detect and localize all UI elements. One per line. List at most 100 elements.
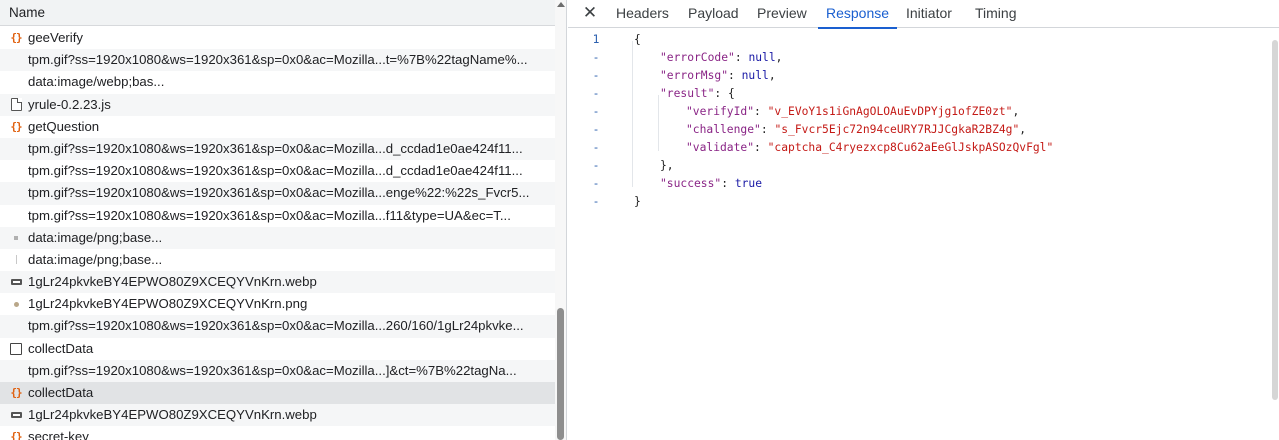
request-row[interactable]: data:image/png;base... <box>0 249 555 271</box>
code-token: "challenge" <box>686 123 761 136</box>
request-row[interactable]: tpm.gif?ss=1920x1080&ws=1920x361&sp=0x0&… <box>0 205 555 227</box>
fold-marker[interactable]: - <box>586 175 606 193</box>
code-text: "challenge": "s_Fvcr5Ejc72n94ceURY7RJJCg… <box>686 121 1026 139</box>
code-line: - "success": true <box>568 175 1279 193</box>
code-line: - "result": { <box>568 85 1279 103</box>
tab-headers[interactable]: Headers <box>616 0 669 28</box>
tab-initiator[interactable]: Initiator <box>906 0 952 28</box>
name-column-header[interactable]: Name <box>0 0 555 26</box>
request-name: collectData <box>28 340 94 356</box>
fold-marker[interactable]: - <box>586 157 606 175</box>
request-name: data:image/png;base... <box>28 251 163 267</box>
code-token: , <box>1019 123 1027 136</box>
request-name: yrule-0.2.23.js <box>28 96 111 112</box>
code-text: "result": { <box>660 85 735 103</box>
close-icon[interactable]: ✕ <box>581 4 599 22</box>
code-text: } <box>634 193 641 211</box>
code-line: - "validate": "captcha_C4ryezxcp8Cu62aEeG… <box>568 139 1279 157</box>
code-line: - "errorMsg": null, <box>568 67 1279 85</box>
json-icon: {} <box>10 31 22 44</box>
code-line: -}, <box>568 157 1279 175</box>
request-row[interactable]: tpm.gif?ss=1920x1080&ws=1920x361&sp=0x0&… <box>0 182 555 205</box>
tab-timing[interactable]: Timing <box>975 0 1017 28</box>
details-tab-bar: ✕ Headers Payload Preview Response Initi… <box>568 0 1279 29</box>
code-text: "verifyId": "v_EVoY1s1iGnAgOLOAuEvDPYjg1… <box>686 103 1019 121</box>
code-line: - "errorCode": null, <box>568 49 1279 67</box>
document-icon <box>8 94 24 116</box>
fold-marker[interactable]: - <box>586 121 606 139</box>
code-token: "s_Fvcr5Ejc72n94ceURY7RJJCgkaR2BZ4g" <box>774 123 1020 136</box>
fold-marker[interactable]: - <box>586 139 606 157</box>
code-token: , <box>1012 105 1020 118</box>
image-icon <box>8 404 24 426</box>
request-name: collectData <box>28 385 94 400</box>
code-text: "errorMsg": null, <box>660 67 776 85</box>
request-row[interactable]: collectData <box>0 338 555 360</box>
response-scroll-thumb[interactable] <box>1272 40 1278 400</box>
tab-response[interactable]: Response <box>817 0 898 29</box>
request-row[interactable]: tpm.gif?ss=1920x1080&ws=1920x361&sp=0x0&… <box>0 359 555 382</box>
request-name: tpm.gif?ss=1920x1080&ws=1920x361&sp=0x0&… <box>28 163 523 179</box>
request-row[interactable]: tpm.gif?ss=1920x1080&ws=1920x361&sp=0x0&… <box>0 49 555 72</box>
request-row[interactable]: tpm.gif?ss=1920x1080&ws=1920x361&sp=0x0&… <box>0 160 555 182</box>
fold-marker[interactable]: - <box>586 49 606 67</box>
request-row[interactable]: data:image/webp;bas... <box>0 71 555 93</box>
code-token: : <box>728 69 742 82</box>
tab-payload[interactable]: Payload <box>688 0 739 28</box>
fold-marker[interactable]: - <box>586 85 606 103</box>
json-icon: {} <box>10 430 22 440</box>
code-token: , <box>768 69 776 82</box>
request-name: getQuestion <box>28 118 100 134</box>
indent-guide <box>632 41 633 187</box>
code-token: : <box>734 51 749 64</box>
code-token: null <box>748 51 776 64</box>
fold-marker[interactable]: - <box>586 103 606 121</box>
request-row[interactable]: yrule-0.2.23.js <box>0 93 555 116</box>
request-row[interactable]: 1gLr24pkvkeBY4EPWO80Z9XCEQYVnKrn.webp <box>0 404 555 427</box>
list-scroll-thumb[interactable] <box>557 308 564 440</box>
request-row[interactable]: {} getQuestion <box>0 116 555 138</box>
code-token: : <box>721 177 735 190</box>
code-text: "errorCode": null, <box>660 49 782 67</box>
request-name: tpm.gif?ss=1920x1080&ws=1920x361&sp=0x0&… <box>28 185 530 201</box>
response-body[interactable]: 1{- "errorCode": null, - "errorMsg": null, -… <box>568 30 1279 440</box>
code-token: : <box>754 105 768 118</box>
code-token: "errorCode" <box>660 51 735 64</box>
list-scrollbar[interactable] <box>555 0 566 440</box>
code-token: "validate" <box>686 141 755 154</box>
request-name: 1gLr24pkvkeBY4EPWO80Z9XCEQYVnKrn.webp <box>28 274 317 290</box>
scroll-up-arrow-icon[interactable] <box>557 2 565 7</box>
code-token: "result" <box>660 87 715 100</box>
request-row[interactable]: data:image/png;base... <box>0 226 555 249</box>
fold-marker[interactable]: - <box>586 67 606 85</box>
code-text: }, <box>660 157 674 175</box>
line-number: 1 <box>592 33 600 46</box>
request-name: data:image/webp;bas... <box>28 74 165 90</box>
code-token: "errorMsg" <box>660 69 729 82</box>
image-icon <box>8 271 24 293</box>
code-token: { <box>634 33 641 46</box>
code-text: { <box>634 31 641 49</box>
response-scrollbar[interactable] <box>1271 30 1279 440</box>
request-name: tpm.gif?ss=1920x1080&ws=1920x361&sp=0x0&… <box>28 52 528 68</box>
request-row[interactable]: {} geeVerify <box>0 27 555 49</box>
square-dot-icon <box>8 227 24 249</box>
request-row[interactable]: {} secret-key <box>0 426 555 440</box>
request-row[interactable]: 1gLr24pkvkeBY4EPWO80Z9XCEQYVnKrn.webp <box>0 271 555 294</box>
request-name: 1gLr24pkvkeBY4EPWO80Z9XCEQYVnKrn.png <box>28 296 308 312</box>
request-row[interactable]: 1gLr24pkvkeBY4EPWO80Z9XCEQYVnKrn.png <box>0 293 555 315</box>
request-name: 1gLr24pkvkeBY4EPWO80Z9XCEQYVnKrn.webp <box>28 407 317 423</box>
request-row[interactable]: tpm.gif?ss=1920x1080&ws=1920x361&sp=0x0&… <box>0 315 555 338</box>
tab-preview[interactable]: Preview <box>757 0 807 28</box>
code-token: }, <box>660 159 674 172</box>
fold-marker[interactable]: - <box>586 193 606 211</box>
request-rows: {} geeVerify tpm.gif?ss=1920x1080&ws=1920x… <box>0 27 555 440</box>
code-token: "verifyId" <box>686 105 755 118</box>
request-details-panel: ✕ Headers Payload Preview Response Initi… <box>568 0 1279 440</box>
request-row[interactable]: {} collectData <box>0 382 555 405</box>
request-row[interactable]: tpm.gif?ss=1920x1080&ws=1920x361&sp=0x0&… <box>0 137 555 161</box>
code-line: 1{ <box>568 31 1279 49</box>
indent-guide <box>658 95 659 151</box>
code-token: "success" <box>660 177 722 190</box>
code-text: "validate": "captcha_C4ryezxcp8Cu62aEeGl… <box>686 139 1053 157</box>
